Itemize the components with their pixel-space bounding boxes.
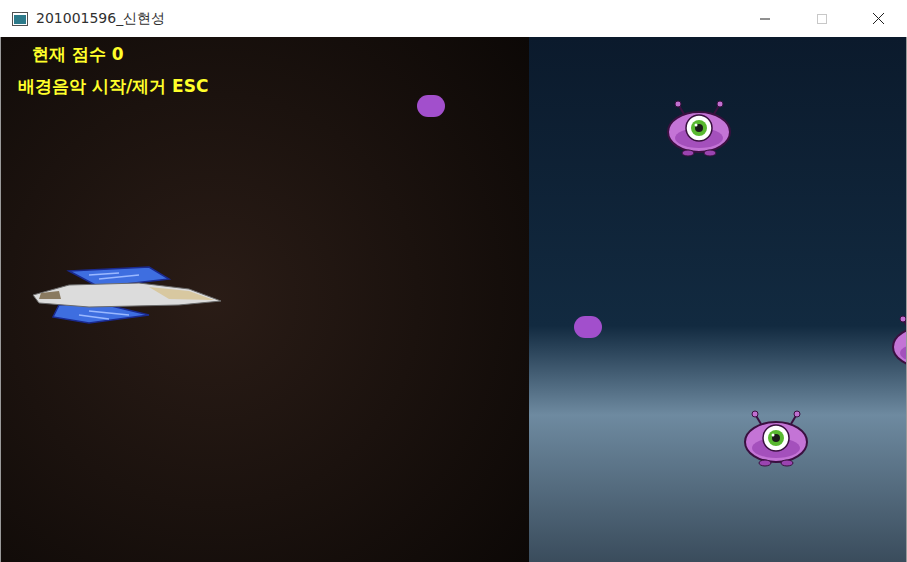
minimize-icon (760, 14, 770, 24)
title-bar: 201001596_신현성 (0, 0, 907, 37)
window-title: 201001596_신현성 (36, 8, 165, 29)
alien-enemy-icon (666, 100, 732, 158)
alien-enemy-icon (743, 410, 809, 468)
music-hint-text: 배경음악 시작/제거 ESC (18, 75, 208, 97)
player-ship-icon (29, 265, 221, 327)
hud: 현재 점수 0 배경음악 시작/제거 ESC (18, 43, 208, 97)
minimize-button[interactable] (736, 0, 793, 37)
game-window: 201001596_신현성현재 점수 0 배경음악 시작/제거 ESC (0, 0, 907, 562)
alien-enemy-icon (891, 315, 907, 373)
score-text: 현재 점수 0 (18, 43, 208, 65)
app-icon (12, 12, 28, 26)
window-controls (736, 0, 907, 37)
maximize-button (793, 0, 850, 37)
game-canvas[interactable]: 현재 점수 0 배경음악 시작/제거 ESC (0, 37, 907, 562)
maximize-icon (817, 14, 827, 24)
enemy-bullet (417, 95, 445, 117)
close-button[interactable] (850, 0, 907, 37)
enemy-bullet (574, 316, 602, 338)
close-icon (873, 13, 884, 24)
